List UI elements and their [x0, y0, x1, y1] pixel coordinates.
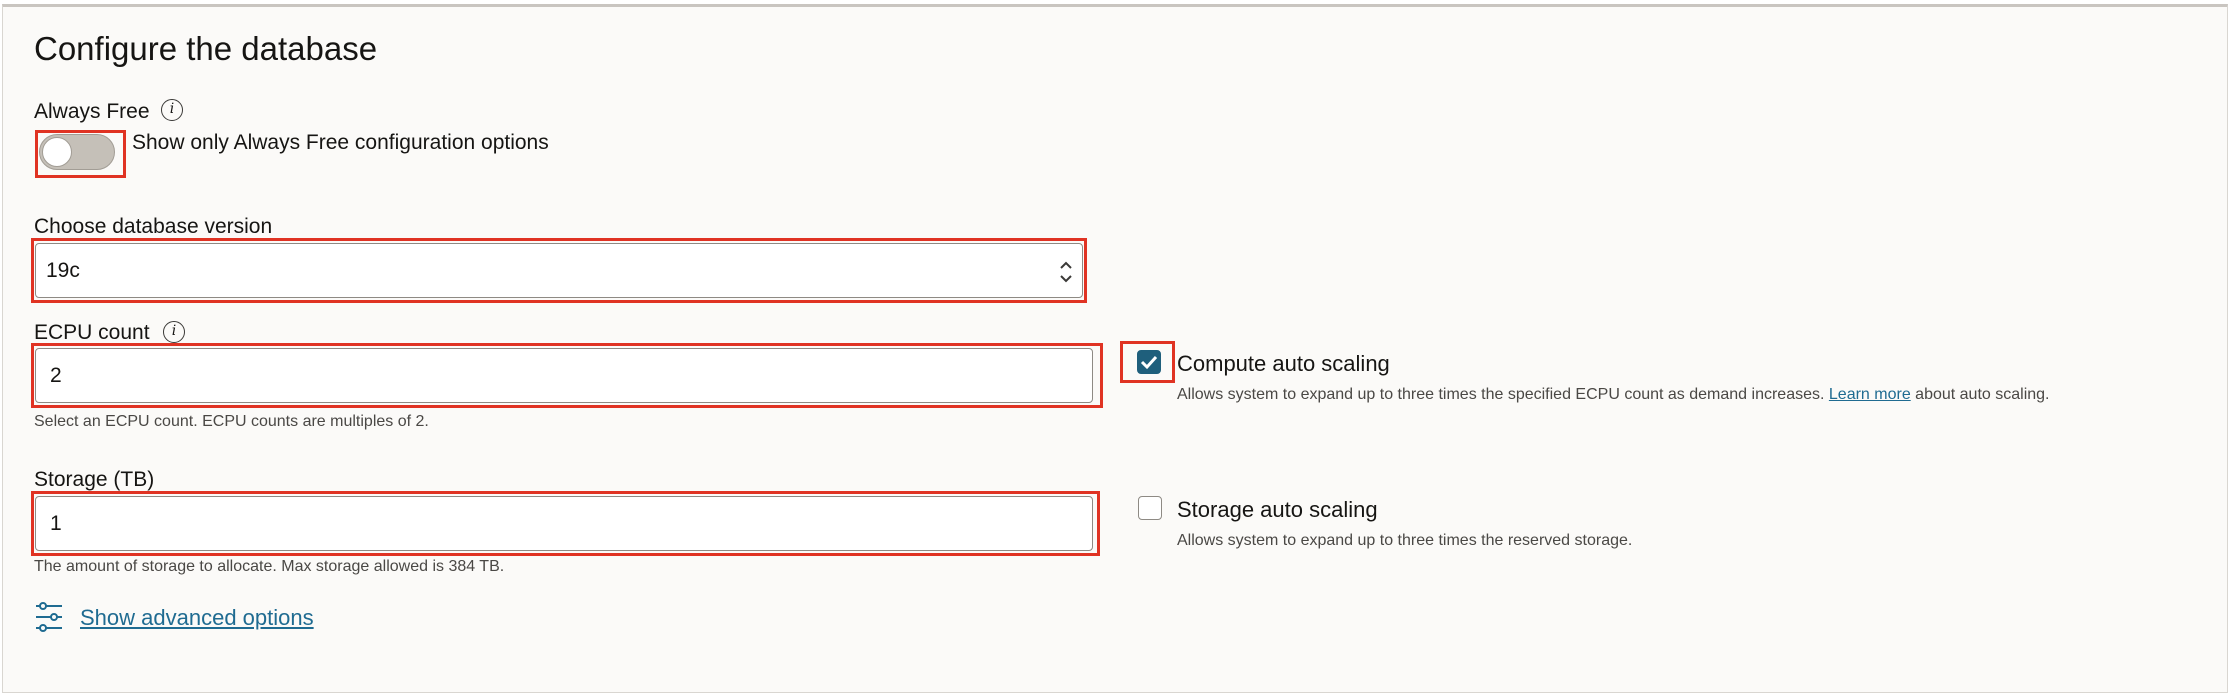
section-title: Configure the database — [34, 30, 378, 67]
storage-label: Storage (TB) — [34, 468, 155, 491]
compute-scaling-description: Allows system to expand up to three time… — [1177, 386, 2050, 404]
always-free-toggle[interactable] — [39, 134, 115, 170]
compute-auto-scaling-label: Compute auto scaling — [1177, 351, 1390, 376]
ecpu-value: 2 — [50, 364, 62, 387]
storage-scaling-description: Allows system to expand up to three time… — [1177, 532, 1633, 549]
toggle-knob — [42, 137, 72, 167]
always-free-toggle-label: Show only Always Free configuration opti… — [132, 131, 549, 154]
chevron-up-down-icon — [1060, 261, 1072, 283]
db-version-value: 19c — [46, 259, 80, 282]
ecpu-helper-text: Select an ECPU count. ECPU counts are mu… — [34, 413, 429, 430]
ecpu-input[interactable]: 2 — [35, 348, 1093, 403]
sliders-icon[interactable] — [34, 601, 64, 633]
check-icon — [1140, 355, 1158, 370]
storage-input[interactable]: 1 — [35, 496, 1093, 551]
info-icon[interactable]: i — [163, 321, 185, 343]
info-icon[interactable]: i — [161, 99, 183, 121]
compute-scaling-desc-text: Allows system to expand up to three time… — [1177, 386, 1825, 403]
db-version-label: Choose database version — [34, 215, 273, 238]
learn-more-link[interactable]: Learn more — [1829, 386, 1911, 403]
storage-helper-text: The amount of storage to allocate. Max s… — [34, 558, 505, 575]
storage-auto-scaling-checkbox[interactable] — [1138, 496, 1162, 520]
compute-scaling-desc-after: about auto scaling. — [1915, 386, 2050, 403]
db-version-select[interactable]: 19c — [35, 243, 1083, 298]
ecpu-label: ECPU count — [34, 321, 150, 344]
always-free-label: Always Free — [34, 100, 150, 123]
compute-auto-scaling-checkbox[interactable] — [1137, 350, 1161, 374]
show-advanced-options-link[interactable]: Show advanced options — [80, 605, 314, 631]
storage-value: 1 — [50, 512, 62, 535]
storage-auto-scaling-label: Storage auto scaling — [1177, 497, 1378, 522]
